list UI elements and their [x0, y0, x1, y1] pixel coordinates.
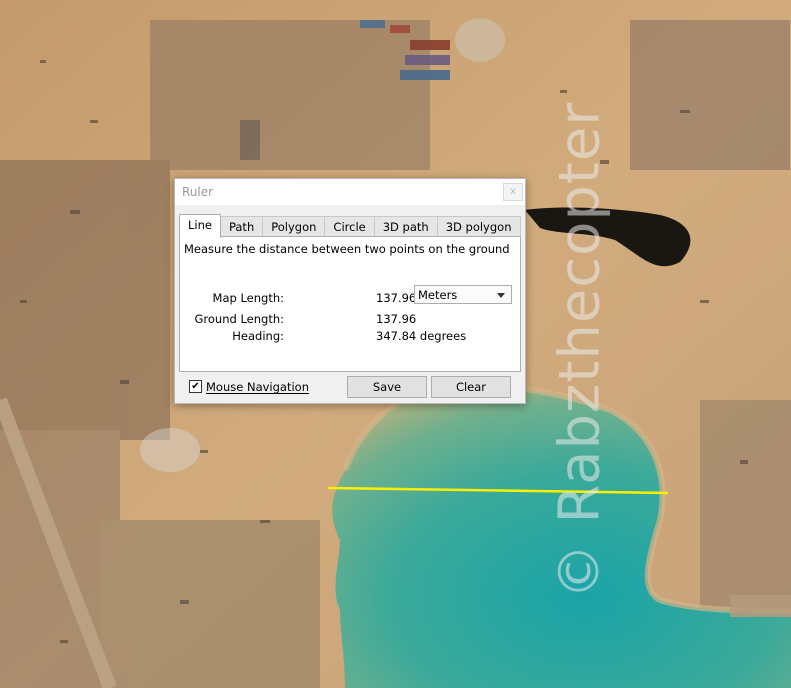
watermark: © Rabzthecopter [545, 80, 615, 620]
save-button[interactable]: Save [347, 376, 427, 398]
tab-3d-polygon[interactable]: 3D polygon [436, 216, 521, 237]
close-button[interactable]: x [503, 183, 523, 201]
tab-3d-path[interactable]: 3D path [373, 216, 438, 237]
ruler-dialog: Ruler x Line Path Polygon Circle 3D path… [174, 178, 526, 404]
dialog-title: Ruler [182, 185, 214, 199]
heading-value: 347.84 degrees [376, 329, 467, 343]
ground-length-value: 137.96 [376, 312, 417, 326]
chevron-down-icon [497, 293, 505, 298]
measure-line[interactable] [327, 486, 669, 495]
tab-line[interactable]: Line [179, 214, 221, 238]
mouse-navigation-checkbox[interactable]: ✔ [189, 380, 202, 393]
close-icon: x [510, 186, 516, 197]
tab-path[interactable]: Path [219, 216, 264, 237]
clear-button[interactable]: Clear [431, 376, 511, 398]
heading-label: Heading: [232, 329, 284, 343]
dialog-footer: ✔ Mouse Navigation Save Clear [175, 375, 525, 401]
units-selected: Meters [418, 288, 458, 302]
title-bar[interactable]: Ruler x [175, 179, 525, 205]
map-length-label: Map Length: [212, 291, 284, 305]
watermark-text: © Rabzthecopter [547, 101, 613, 599]
tab-circle[interactable]: Circle [324, 216, 375, 237]
tab-panel-line: Measure the distance between two points … [179, 236, 521, 372]
tab-polygon[interactable]: Polygon [262, 216, 326, 237]
checkmark-icon: ✔ [191, 381, 200, 392]
units-select[interactable]: Meters [414, 285, 512, 304]
map-length-value: 137.96 [376, 291, 417, 305]
mouse-navigation-label[interactable]: Mouse Navigation [206, 380, 309, 394]
ground-length-label: Ground Length: [194, 312, 285, 326]
tab-bar: Line Path Polygon Circle 3D path 3D poly… [179, 214, 521, 238]
description: Measure the distance between two points … [184, 242, 510, 256]
